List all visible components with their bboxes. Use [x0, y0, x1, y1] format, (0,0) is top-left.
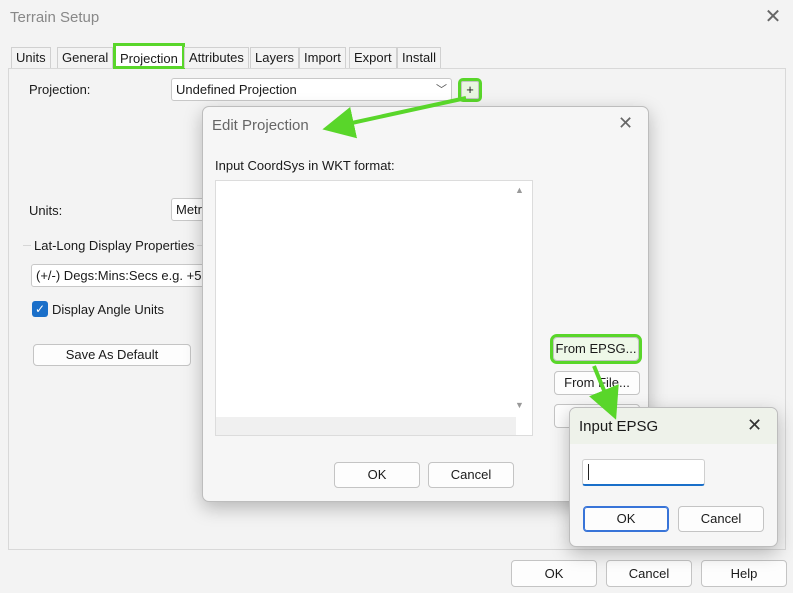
arrow-to-edit-projection	[322, 96, 467, 139]
annotation-arrows	[322, 96, 619, 420]
arrow-to-input-epsg	[589, 365, 619, 420]
